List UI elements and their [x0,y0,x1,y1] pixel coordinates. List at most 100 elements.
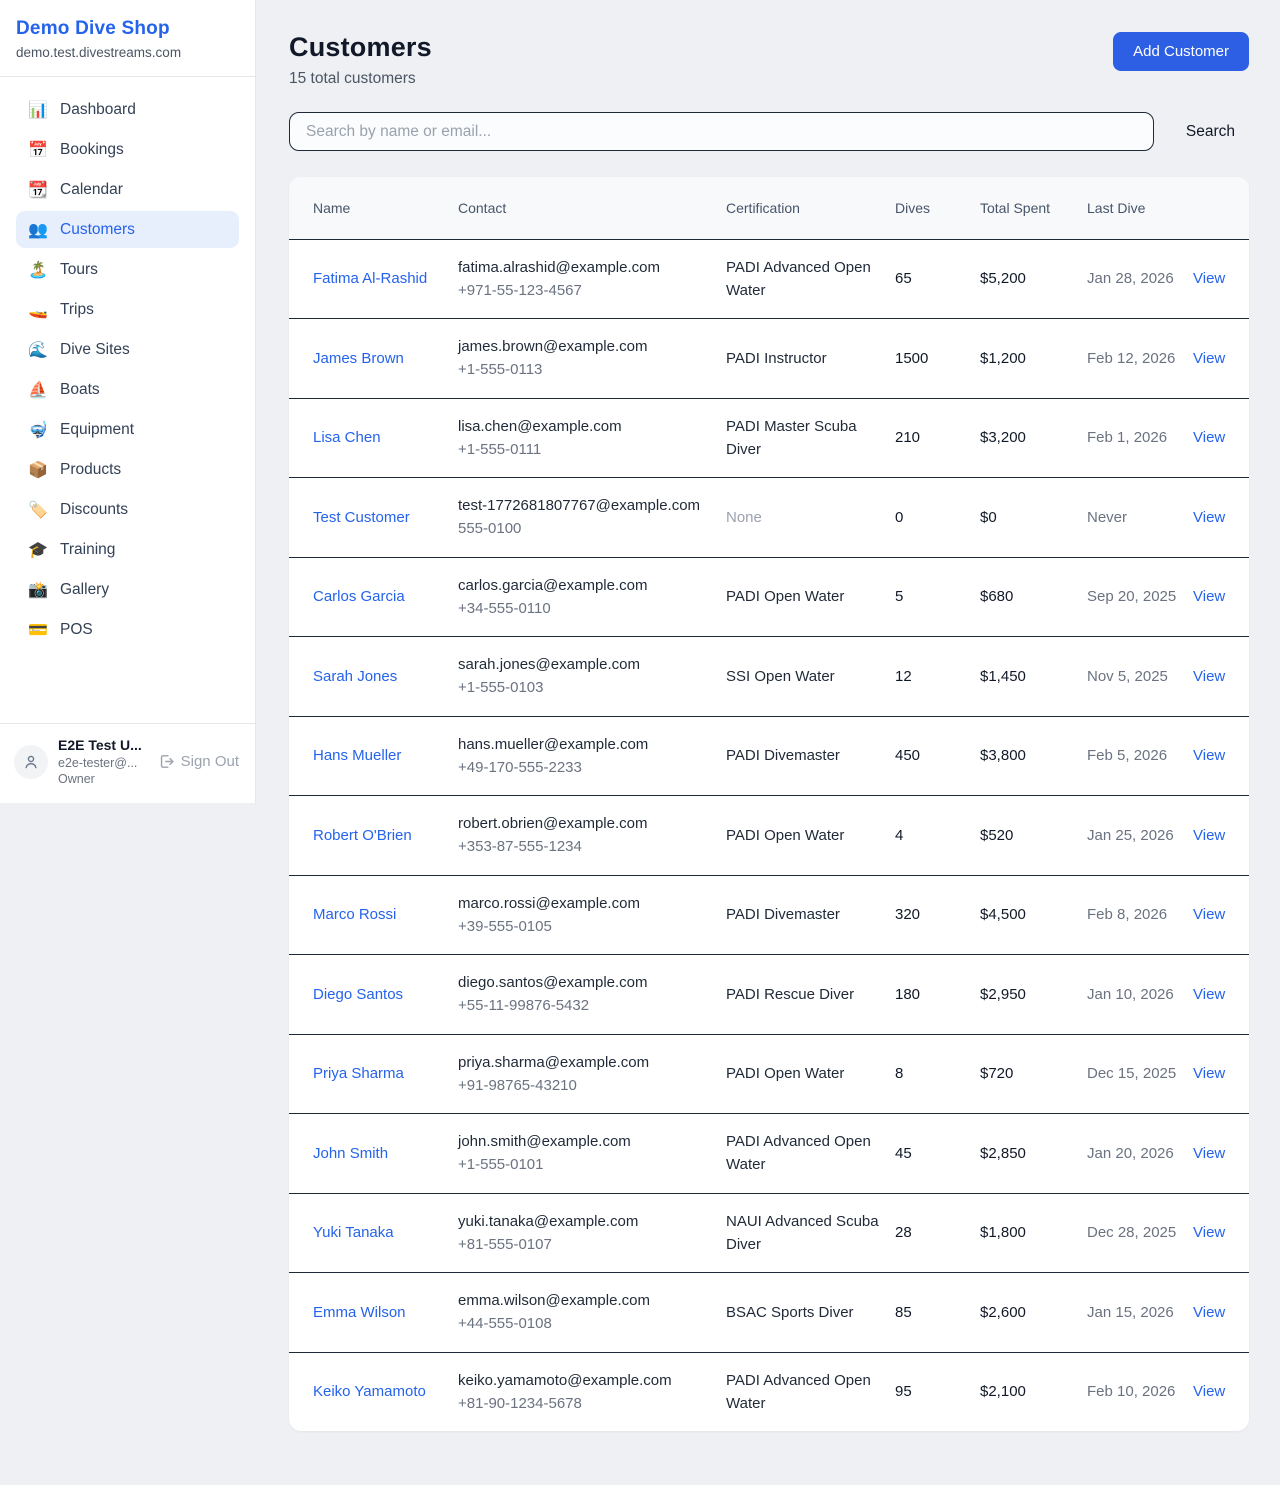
column-header-total-spent: Total Spent [980,177,1087,239]
sidebar-item-calendar[interactable]: 📆 Calendar [16,171,239,208]
customer-total-spent: $3,800 [980,747,1026,764]
sailboat-icon: ⛵ [28,380,48,399]
sidebar-item-training[interactable]: 🎓 Training [16,531,239,568]
customer-name-link[interactable]: Sarah Jones [313,668,397,685]
table-row: Test Customer test-1772681807767@example… [289,478,1249,558]
customer-name-link[interactable]: Test Customer [313,509,410,526]
view-customer-link[interactable]: View [1193,668,1225,685]
customer-dives: 5 [895,588,903,605]
customer-dives: 1500 [895,350,928,367]
customer-total-spent: $2,950 [980,986,1026,1003]
customer-name-link[interactable]: James Brown [313,350,404,367]
customer-name-link[interactable]: Hans Mueller [313,747,401,764]
search-input[interactable] [289,112,1154,151]
sidebar-item-label: Dive Sites [60,341,130,359]
customer-email: robert.obrien@example.com [458,812,712,835]
sidebar-item-customers[interactable]: 👥 Customers [16,211,239,248]
view-customer-link[interactable]: View [1193,1383,1225,1400]
table-row: Priya Sharma priya.sharma@example.com +9… [289,1034,1249,1114]
sign-out-button[interactable]: Sign Out [158,753,241,770]
view-customer-link[interactable]: View [1193,986,1225,1003]
bar-chart-icon: 📊 [28,100,48,119]
view-customer-link[interactable]: View [1193,906,1225,923]
customer-name-link[interactable]: Diego Santos [313,986,403,1003]
view-customer-link[interactable]: View [1193,747,1225,764]
add-customer-button[interactable]: Add Customer [1113,32,1249,71]
sidebar-item-gallery[interactable]: 📸 Gallery [16,571,239,608]
view-customer-link[interactable]: View [1193,827,1225,844]
customer-dives: 450 [895,747,920,764]
credit-card-icon: 💳 [28,620,48,639]
customer-dives: 85 [895,1304,912,1321]
sidebar-item-trips[interactable]: 🚤 Trips [16,291,239,328]
user-name: E2E Test U... [58,736,148,754]
customer-certification: PADI Instructor [726,350,827,367]
customer-name-link[interactable]: Marco Rossi [313,906,396,923]
sidebar-item-dive-sites[interactable]: 🌊 Dive Sites [16,331,239,368]
sidebar-item-label: POS [60,621,93,639]
customer-email: priya.sharma@example.com [458,1051,712,1074]
diving-mask-icon: 🤿 [28,420,48,439]
view-customer-link[interactable]: View [1193,270,1225,287]
sidebar-item-pos[interactable]: 💳 POS [16,611,239,648]
customer-name-link[interactable]: Emma Wilson [313,1304,406,1321]
sidebar-item-label: Training [60,541,115,559]
customer-name-link[interactable]: Priya Sharma [313,1065,404,1082]
camera-icon: 📸 [28,580,48,599]
sidebar-item-dashboard[interactable]: 📊 Dashboard [16,91,239,128]
sidebar-item-products[interactable]: 📦 Products [16,451,239,488]
customer-dives: 210 [895,429,920,446]
view-customer-link[interactable]: View [1193,588,1225,605]
sidebar-item-label: Customers [60,221,135,239]
view-customer-link[interactable]: View [1193,350,1225,367]
sidebar-item-bookings[interactable]: 📅 Bookings [16,131,239,168]
customer-name-link[interactable]: Carlos Garcia [313,588,405,605]
customer-phone: 555-0100 [458,517,712,540]
speedboat-icon: 🚤 [28,300,48,319]
table-row: Marco Rossi marco.rossi@example.com +39-… [289,875,1249,955]
customer-email: yuki.tanaka@example.com [458,1210,712,1233]
customer-name-link[interactable]: Fatima Al-Rashid [313,270,427,287]
customer-total-spent: $1,450 [980,668,1026,685]
view-customer-link[interactable]: View [1193,509,1225,526]
sidebar-item-boats[interactable]: ⛵ Boats [16,371,239,408]
sidebar-item-equipment[interactable]: 🤿 Equipment [16,411,239,448]
sidebar-item-tours[interactable]: 🏝️ Tours [16,251,239,288]
customer-total-spent: $4,500 [980,906,1026,923]
view-customer-link[interactable]: View [1193,1145,1225,1162]
customer-dives: 65 [895,270,912,287]
table-header-row: Name Contact Certification Dives Total S… [289,177,1249,239]
sidebar-user-footer: E2E Test U... e2e-tester@... Owner Sign … [0,723,255,803]
graduation-cap-icon: 🎓 [28,540,48,559]
customer-email: keiko.yamamoto@example.com [458,1369,712,1392]
customer-name-link[interactable]: Lisa Chen [313,429,381,446]
customer-name-link[interactable]: John Smith [313,1145,388,1162]
customer-name-link[interactable]: Keiko Yamamoto [313,1383,426,1400]
customer-name-link[interactable]: Yuki Tanaka [313,1224,394,1241]
view-customer-link[interactable]: View [1193,1065,1225,1082]
customer-phone: +44-555-0108 [458,1312,712,1335]
avatar [14,745,48,779]
search-button[interactable]: Search [1172,115,1249,149]
sidebar-item-label: Calendar [60,181,123,199]
sidebar-header: Demo Dive Shop demo.test.divestreams.com [0,0,255,77]
customer-total-spent: $1,800 [980,1224,1026,1241]
view-customer-link[interactable]: View [1193,1224,1225,1241]
view-customer-link[interactable]: View [1193,429,1225,446]
view-customer-link[interactable]: View [1193,1304,1225,1321]
customer-last-dive: Feb 12, 2026 [1087,350,1175,367]
customer-certification: BSAC Sports Diver [726,1304,854,1321]
sidebar-item-discounts[interactable]: 🏷️ Discounts [16,491,239,528]
customer-name-link[interactable]: Robert O'Brien [313,827,412,844]
customer-last-dive: Feb 5, 2026 [1087,747,1167,764]
column-header-certification: Certification [726,177,895,239]
customer-phone: +34-555-0110 [458,597,712,620]
people-icon: 👥 [28,220,48,239]
customer-last-dive: Jan 10, 2026 [1087,986,1174,1003]
wave-icon: 🌊 [28,340,48,359]
table-row: Hans Mueller hans.mueller@example.com +4… [289,716,1249,796]
customer-total-spent: $720 [980,1065,1013,1082]
column-header-actions [1193,177,1249,239]
customer-phone: +39-555-0105 [458,915,712,938]
customer-total-spent: $680 [980,588,1013,605]
